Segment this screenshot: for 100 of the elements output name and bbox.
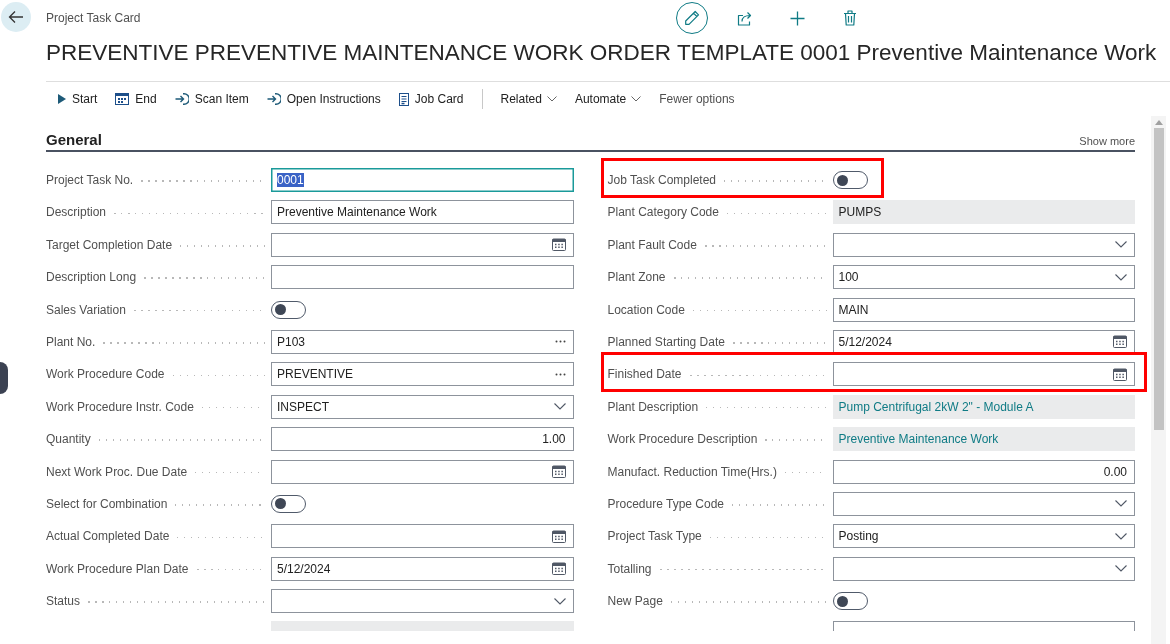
dropdown-field[interactable]: Posting <box>832 524 1135 549</box>
field-label: Location Code <box>607 302 685 317</box>
job-card-button[interactable]: Job Card <box>398 92 464 106</box>
date-field[interactable] <box>271 459 574 484</box>
field-label: Actual Completed Date <box>46 529 170 544</box>
calendar-icon <box>551 238 566 252</box>
dropdown-field[interactable] <box>271 589 574 614</box>
field-label: Plant Description <box>607 399 699 414</box>
menu-button[interactable]: Related <box>500 92 557 106</box>
field-label: Plant Category Code <box>607 205 719 220</box>
date-field[interactable]: 5/12/2024 <box>832 329 1135 354</box>
date-field[interactable]: 5/12/2024 <box>271 556 574 581</box>
calendar-icon <box>1113 367 1127 381</box>
field-label: Manufact. Reduction Time(Hrs.) <box>607 464 777 479</box>
calendar-icon <box>1113 335 1127 349</box>
text-field[interactable]: 0001 <box>271 168 574 192</box>
field-label: Next Work Proc. Due Date <box>46 464 188 479</box>
field-label: Description <box>46 205 107 220</box>
field-label: Work Procedure Plan Date <box>46 561 189 576</box>
calendar-icon <box>551 465 566 478</box>
field-label: Job Task Completed <box>607 173 716 187</box>
date-field[interactable] <box>832 362 1135 387</box>
read-only-field: PUMPS <box>832 200 1135 225</box>
arrow-left-icon[interactable] <box>8 10 24 24</box>
field-label: Target Completion Date <box>46 237 173 252</box>
dropdown-field[interactable]: INSPECT <box>271 394 574 419</box>
trash-icon[interactable] <box>843 10 858 26</box>
calendar-icon <box>551 529 566 543</box>
field-label: Select for Combination <box>46 496 168 511</box>
pencil-icon[interactable] <box>684 10 700 26</box>
toggle-switch[interactable] <box>271 300 306 319</box>
chevron-down-icon[interactable] <box>553 597 566 605</box>
number-field[interactable]: 1.00 <box>271 427 574 452</box>
lookup-field[interactable]: PREVENTIVE <box>271 362 574 387</box>
enter-arrow-icon <box>174 93 189 105</box>
field-label: Project Task No. <box>46 173 134 187</box>
field-label: Procedure Type Code <box>607 496 725 511</box>
show-more-link[interactable]: Show more <box>1079 135 1135 147</box>
chevron-down-icon[interactable] <box>1115 500 1127 508</box>
scan-item-button[interactable]: Scan Item <box>174 92 249 106</box>
dropdown-field[interactable] <box>832 232 1135 257</box>
field-label: Project Task Type <box>607 529 702 544</box>
field-label: Plant Fault Code <box>607 237 697 252</box>
date-field[interactable] <box>271 524 574 549</box>
toggle-switch[interactable] <box>832 592 868 611</box>
chevron-down-icon[interactable] <box>1115 241 1127 249</box>
toggle-switch[interactable] <box>271 494 306 513</box>
dropdown-field[interactable] <box>832 556 1135 581</box>
field-label: Plant No. <box>46 334 96 349</box>
chevron-down-icon[interactable] <box>1115 532 1127 540</box>
calendar-icon <box>551 562 566 576</box>
read-only-field[interactable]: Pump Centrifugal 2kW 2" - Module A <box>832 394 1135 419</box>
field-label: Planned Starting Date <box>607 334 725 349</box>
text-field[interactable] <box>271 265 574 290</box>
ellipsis-icon[interactable] <box>554 372 566 376</box>
section-title: General <box>46 129 102 150</box>
date-field[interactable] <box>271 232 574 257</box>
field-label: New Page <box>607 594 663 609</box>
field-label: Quantity <box>46 432 91 447</box>
dropdown-field[interactable]: 100 <box>832 265 1135 290</box>
field-label: Work Procedure Instr. Code <box>46 399 194 414</box>
chevron-down-icon <box>546 96 557 102</box>
open-instructions-button[interactable]: Open Instructions <box>266 92 381 106</box>
calendar-icon <box>115 93 130 105</box>
chevron-down-icon[interactable] <box>1115 565 1127 573</box>
read-only-field[interactable]: Preventive Maintenance Work <box>832 427 1135 452</box>
field-label: Totalling <box>607 561 652 576</box>
scrollbar-thumb[interactable] <box>1153 128 1164 430</box>
play-icon <box>58 94 66 104</box>
text-field[interactable]: Preventive Maintenance Work <box>271 200 574 225</box>
text-field[interactable] <box>832 621 1135 632</box>
end-button[interactable]: End <box>115 92 157 106</box>
share-icon[interactable] <box>736 10 753 26</box>
text-field[interactable]: MAIN <box>832 297 1135 322</box>
page-caption: Project Task Card <box>46 11 141 25</box>
enter-arrow-icon <box>266 93 281 105</box>
page-title: PREVENTIVE PREVENTIVE MAINTENANCE WORK ORDER TEMPLATE 0001 Preventive Maintenance Work <box>46 39 1158 67</box>
back-button[interactable] <box>1 2 31 32</box>
plus-icon[interactable] <box>789 10 805 26</box>
field-label: Work Procedure Code <box>46 367 165 382</box>
field-label: Description Long <box>46 270 137 285</box>
field-label: Sales Variation <box>46 302 126 317</box>
scrollbar[interactable] <box>1151 116 1166 644</box>
field-label: Plant Zone <box>607 270 666 285</box>
lookup-field[interactable]: P103 <box>271 329 574 354</box>
ellipsis-icon[interactable] <box>554 340 566 344</box>
side-handle[interactable] <box>0 362 8 394</box>
chevron-down-icon[interactable] <box>1115 273 1127 281</box>
start-button[interactable]: Start <box>58 92 98 106</box>
chevron-down-icon[interactable] <box>553 403 566 411</box>
toggle-switch[interactable] <box>832 171 868 189</box>
document-icon <box>398 92 409 106</box>
number-field[interactable]: 0.00 <box>832 459 1135 484</box>
fewer-options-button[interactable]: Fewer options <box>659 92 735 106</box>
chevron-down-icon <box>631 96 642 102</box>
dropdown-field[interactable] <box>832 491 1135 516</box>
field-label: Work Procedure Description <box>607 432 758 447</box>
field-label: Status <box>46 594 81 609</box>
menu-button[interactable]: Automate <box>574 92 642 106</box>
field-label: Finished Date <box>607 367 682 382</box>
